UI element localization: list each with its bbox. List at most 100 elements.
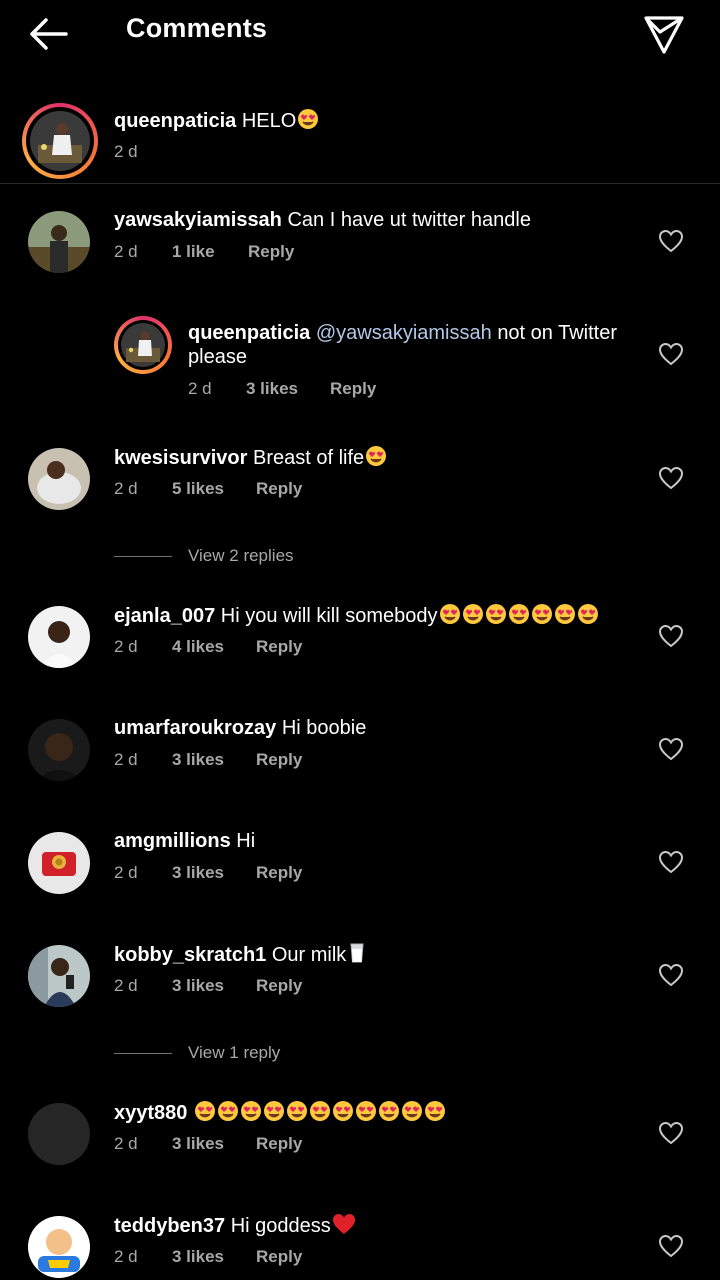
heart-outline-icon[interactable]	[658, 963, 684, 987]
like-count[interactable]: 3 likes	[172, 976, 256, 996]
comment-meta: 2 d 3 likes Reply	[188, 379, 376, 399]
caption-meta: 2 d	[114, 142, 138, 162]
caption: queenpaticia HELO 2 d	[0, 100, 720, 184]
page-title: Comments	[126, 13, 268, 43]
comment-text: ejanla_007 Hi you will kill somebody	[114, 603, 601, 631]
avatar-queenpaticia[interactable]	[118, 320, 168, 370]
comment-username[interactable]: kwesisurvivor	[114, 447, 247, 469]
caption-username[interactable]: queenpaticia	[114, 110, 236, 132]
reply-button[interactable]: Reply	[330, 379, 376, 399]
comment-username[interactable]: kobby_skratch1	[114, 944, 266, 966]
heart-outline-icon[interactable]	[658, 342, 684, 366]
comment-text: kwesisurvivor Breast of life	[114, 445, 387, 473]
heart-outline-icon[interactable]	[658, 466, 684, 490]
comment-meta: 2 d 3 likes Reply	[114, 1134, 302, 1154]
comment-body: not on Twitter	[497, 322, 618, 344]
caption-text: queenpaticia HELO	[114, 108, 319, 136]
like-count[interactable]: 3 likes	[246, 379, 330, 399]
avatar-teddyben37[interactable]	[28, 1216, 90, 1278]
caption-body: HELO	[241, 110, 297, 132]
comment-text: umarfaroukrozay Hi boobie	[114, 716, 366, 740]
comment-text: teddyben37 Hi goddess	[114, 1213, 356, 1241]
comment-meta: 2 d 3 likes Reply	[114, 750, 302, 770]
comment-username[interactable]: amgmillions	[114, 830, 231, 852]
heart-eyes-emoji-icon	[365, 445, 387, 473]
avatar-kobby-skratch1[interactable]	[28, 945, 90, 1007]
reply-button[interactable]: Reply	[256, 1247, 302, 1267]
comment-body: Our milk	[271, 944, 347, 966]
avatar-ejanla-007[interactable]	[28, 606, 90, 668]
comment-time: 2 d	[114, 637, 138, 656]
comment-time: 2 d	[114, 479, 138, 498]
reply-button[interactable]: Reply	[248, 242, 294, 262]
heart-outline-icon[interactable]	[658, 1234, 684, 1258]
comment-time: 2 d	[114, 242, 138, 261]
heart-outline-icon[interactable]	[658, 737, 684, 761]
like-count[interactable]: 3 likes	[172, 863, 256, 883]
comment-text: xyyt880	[114, 1100, 448, 1128]
reply-button[interactable]: Reply	[256, 479, 302, 499]
comment-username[interactable]: xyyt880	[114, 1102, 187, 1124]
like-count[interactable]: 5 likes	[172, 479, 256, 499]
comment-body: Hi	[236, 830, 256, 852]
avatar-amgmillions[interactable]	[28, 832, 90, 894]
comment-body: please	[188, 346, 247, 368]
comment-time: 2 d	[114, 1134, 138, 1153]
back-arrow-icon[interactable]	[26, 14, 70, 54]
top-bar: Comments	[0, 0, 720, 64]
like-count[interactable]: 3 likes	[172, 1134, 256, 1154]
comment-text: yawsakyiamissah Can I have ut twitter ha…	[114, 208, 531, 232]
avatar-kwesisurvivor[interactable]	[28, 448, 90, 510]
comment-username[interactable]: teddyben37	[114, 1215, 225, 1237]
comment-time: 2 d	[114, 863, 138, 882]
view-replies-button[interactable]: View 1 reply	[114, 1043, 280, 1063]
heart-outline-icon[interactable]	[658, 850, 684, 874]
mention-link[interactable]: @yawsakyiamissah	[316, 322, 492, 344]
heart-outline-icon[interactable]	[658, 229, 684, 253]
view-replies-label: View 1 reply	[188, 1043, 281, 1062]
like-count[interactable]: 4 likes	[172, 637, 256, 657]
comment-username[interactable]: ejanla_007	[114, 605, 215, 627]
comment-body: Can I have ut twitter handle	[287, 209, 531, 231]
view-replies-button[interactable]: View 2 replies	[114, 546, 294, 566]
comment-time: 2 d	[188, 379, 212, 398]
glass-of-milk-emoji-icon	[347, 942, 367, 970]
comment-username[interactable]: umarfaroukrozay	[114, 717, 276, 739]
comment-text: amgmillions Hi	[114, 829, 255, 853]
like-count[interactable]: 3 likes	[172, 750, 256, 770]
comment-username[interactable]: yawsakyiamissah	[114, 209, 282, 231]
reply-button[interactable]: Reply	[256, 976, 302, 996]
comment-text-continued: please	[188, 345, 247, 369]
comment-body: Hi you will kill somebody	[220, 605, 438, 627]
reply-button[interactable]: Reply	[256, 637, 302, 657]
comment-text: kobby_skratch1 Our milk	[114, 942, 367, 970]
reply-button[interactable]: Reply	[256, 1134, 302, 1154]
reply-button[interactable]: Reply	[256, 750, 302, 770]
comment-username[interactable]: queenpaticia	[188, 322, 310, 344]
comment-meta: 2 d 3 likes Reply	[114, 1247, 302, 1267]
reply-button[interactable]: Reply	[256, 863, 302, 883]
comment-meta: 2 d 3 likes Reply	[114, 976, 302, 996]
heart-outline-icon[interactable]	[658, 1121, 684, 1145]
comment-body: Hi goddess	[230, 1215, 331, 1237]
comment-meta: 2 d 5 likes Reply	[114, 479, 302, 499]
avatar-queenpaticia[interactable]	[26, 107, 94, 175]
like-count[interactable]: 1 like	[172, 242, 248, 262]
divider	[114, 556, 172, 558]
comment-meta: 2 d 3 likes Reply	[114, 863, 302, 883]
avatar-xyyt880[interactable]	[28, 1103, 90, 1165]
like-count[interactable]: 3 likes	[172, 1247, 256, 1267]
comment-meta: 2 d 4 likes Reply	[114, 637, 302, 657]
paper-plane-icon[interactable]	[642, 12, 686, 56]
heart-eyes-emoji-icon	[194, 1100, 448, 1128]
comment-text: queenpaticia @yawsakyiamissah not on Twi…	[188, 321, 617, 345]
comment-body: Hi boobie	[281, 717, 367, 739]
heart-outline-icon[interactable]	[658, 624, 684, 648]
heart-eyes-emoji-icon	[297, 108, 319, 136]
avatar-yawsakyiamissah[interactable]	[28, 211, 90, 273]
heart-eyes-emoji-icon	[439, 603, 601, 631]
comment-meta: 2 d 1 like Reply	[114, 242, 294, 262]
avatar-umarfaroukrozay[interactable]	[28, 719, 90, 781]
comment-time: 2 d	[114, 750, 138, 769]
caption-time: 2 d	[114, 142, 138, 161]
